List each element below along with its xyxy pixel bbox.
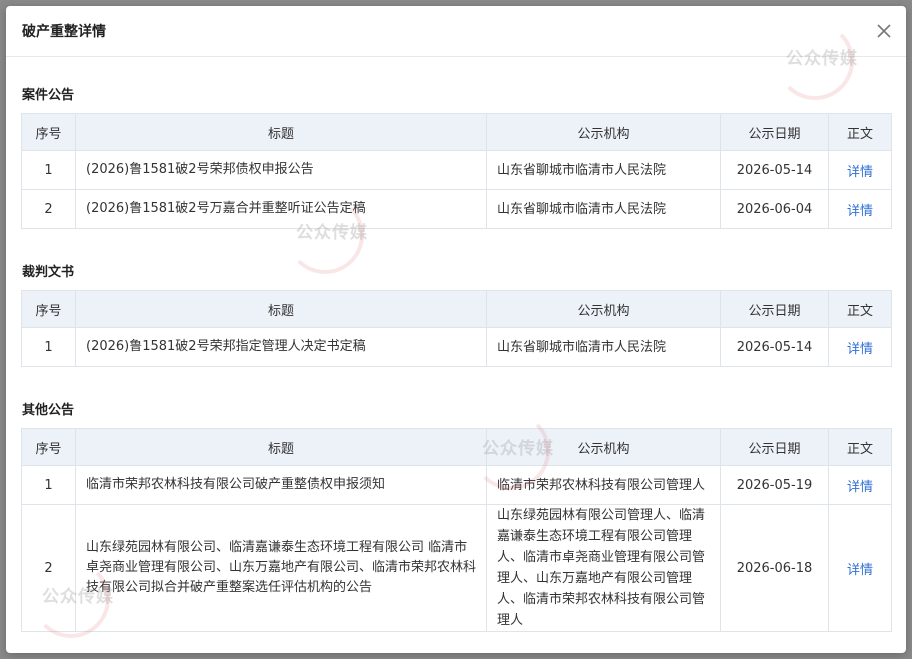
detail-link[interactable]: 详情 [847,563,873,578]
row-index: 1 [21,465,76,505]
row-index: 1 [21,150,76,190]
row-date: 2026-05-14 [720,150,829,190]
row-date: 2026-06-18 [720,504,829,632]
col-header-date: 公示日期 [720,113,829,151]
section-title-judgment-documents: 裁判文书 [22,265,75,280]
detail-link[interactable]: 详情 [847,342,873,357]
table-header-row: 序号 标题 公示机构 公示日期 正文 [21,290,892,328]
col-header-content: 正文 [828,290,892,328]
col-header-content: 正文 [828,113,892,151]
row-title: (2026)鲁1581破2号万嘉合并重整听证公告定稿 [75,189,487,229]
row-index: 2 [21,504,76,632]
table-row: 1 (2026)鲁1581破2号荣邦指定管理人决定书定稿 山东省聊城市临清市人民… [21,327,892,367]
col-header-idx: 序号 [21,113,76,151]
table-header-row: 序号 标题 公示机构 公示日期 正文 [21,428,892,466]
judgment-documents-table: 序号 标题 公示机构 公示日期 正文 1 (2026)鲁1581破2号荣邦指定管… [21,290,892,367]
row-index: 2 [21,189,76,229]
col-header-idx: 序号 [21,290,76,328]
row-date: 2026-06-04 [720,189,829,229]
bankruptcy-detail-dialog: 破产重整详情 案件公告 序号 标题 公示机构 公示日期 正文 1 (2026)鲁… [6,6,906,653]
col-header-title: 标题 [75,428,487,466]
row-date: 2026-05-14 [720,327,829,367]
col-header-date: 公示日期 [720,428,829,466]
row-org: 山东绿苑园林有限公司管理人、临清嘉谦泰生态环境工程有限公司管理人、临清市卓尧商业… [486,504,721,632]
row-org: 山东省聊城市临清市人民法院 [486,327,721,367]
col-header-org: 公示机构 [486,113,721,151]
row-org: 临清市荣邦农林科技有限公司管理人 [486,465,721,505]
table-row: 2 山东绿苑园林有限公司、临清嘉谦泰生态环境工程有限公司 临清市卓尧商业管理有限… [21,504,892,632]
row-title: (2026)鲁1581破2号荣邦指定管理人决定书定稿 [75,327,487,367]
col-header-idx: 序号 [21,428,76,466]
table-row: 2 (2026)鲁1581破2号万嘉合并重整听证公告定稿 山东省聊城市临清市人民… [21,189,892,229]
col-header-date: 公示日期 [720,290,829,328]
row-title: 临清市荣邦农林科技有限公司破产重整债权申报须知 [75,465,487,505]
col-header-title: 标题 [75,290,487,328]
dialog-header: 破产重整详情 [6,6,906,57]
detail-link[interactable]: 详情 [847,165,873,180]
col-header-org: 公示机构 [486,428,721,466]
col-header-title: 标题 [75,113,487,151]
other-announcements-table: 序号 标题 公示机构 公示日期 正文 1 临清市荣邦农林科技有限公司破产重整债权… [21,428,892,632]
detail-link[interactable]: 详情 [847,480,873,495]
row-org: 山东省聊城市临清市人民法院 [486,189,721,229]
dialog-title: 破产重整详情 [22,24,106,40]
table-row: 1 临清市荣邦农林科技有限公司破产重整债权申报须知 临清市荣邦农林科技有限公司管… [21,465,892,505]
table-header-row: 序号 标题 公示机构 公示日期 正文 [21,113,892,151]
close-icon[interactable] [872,19,896,43]
row-title: (2026)鲁1581破2号荣邦债权申报公告 [75,150,487,190]
row-date: 2026-05-19 [720,465,829,505]
case-announcements-table: 序号 标题 公示机构 公示日期 正文 1 (2026)鲁1581破2号荣邦债权申… [21,113,892,229]
col-header-content: 正文 [828,428,892,466]
section-title-case-announcements: 案件公告 [22,88,75,103]
row-title: 山东绿苑园林有限公司、临清嘉谦泰生态环境工程有限公司 临清市卓尧商业管理有限公司… [75,504,487,632]
row-index: 1 [21,327,76,367]
table-row: 1 (2026)鲁1581破2号荣邦债权申报公告 山东省聊城市临清市人民法院 2… [21,150,892,190]
section-title-other-announcements: 其他公告 [22,403,75,418]
detail-link[interactable]: 详情 [847,204,873,219]
col-header-org: 公示机构 [486,290,721,328]
row-org: 山东省聊城市临清市人民法院 [486,150,721,190]
